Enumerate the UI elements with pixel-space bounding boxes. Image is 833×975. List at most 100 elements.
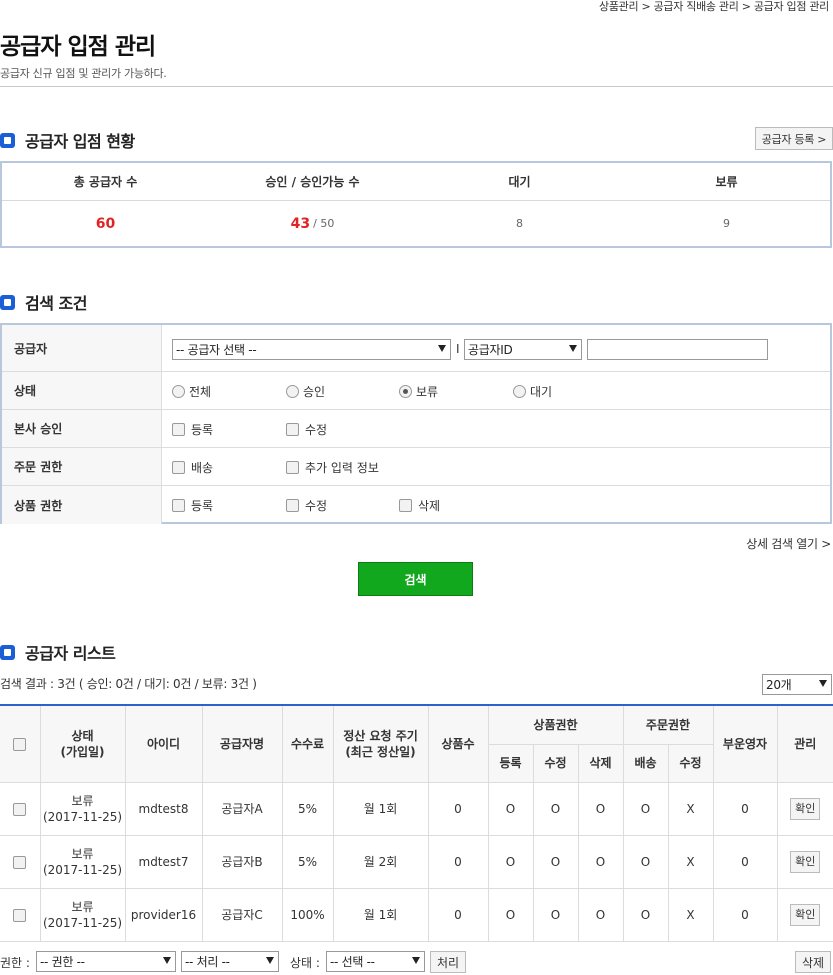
page-title: 공급자 입점 관리 (0, 34, 156, 60)
checkbox-icon (172, 423, 185, 436)
bulk-action-bar: 권한 : -- 권한 -- -- 처리 -- 상태 : -- 선택 -- 처리 … (0, 951, 833, 973)
row-checkbox[interactable] (13, 855, 27, 869)
order-ship-checkbox[interactable]: 배송 (172, 459, 213, 476)
product-delete-checkbox[interactable]: 삭제 (399, 497, 440, 514)
row-product-register: O (487, 834, 534, 889)
bulk-permission-label: 권한 : (0, 956, 30, 970)
dropdown-arrow-icon (412, 957, 420, 964)
bulk-process-select[interactable]: -- 처리 -- (181, 951, 279, 972)
search-button[interactable]: 검색 (358, 562, 473, 596)
hq-modify-checkbox[interactable]: 수정 (286, 421, 327, 438)
waiting-header: 대기 (508, 175, 531, 189)
product-register-subheader: 등록 (488, 743, 534, 783)
total-suppliers-header: 총 공급자 수 (73, 175, 138, 189)
waiting-count: 8 (516, 217, 523, 230)
row-confirm-button[interactable]: 확인 (790, 903, 821, 926)
checkbox-icon (172, 461, 185, 474)
row-status: 보류 (2017-11-25) (39, 781, 126, 836)
order-modify-subheader: 수정 (667, 743, 713, 783)
search-result-summary: 검색 결과 : 3건 ( 승인: 0건 / 대기: 0건 / 보류: 3건 ) (0, 677, 257, 691)
row-product-count: 0 (427, 887, 489, 942)
advanced-search-link[interactable]: 상세 검색 열기 > (746, 535, 831, 552)
dropdown-arrow-icon (819, 680, 827, 687)
order-extra-info-checkbox[interactable]: 추가 입력 정보 (286, 459, 379, 476)
supplier-search-input[interactable] (587, 339, 768, 360)
status-radio-approved[interactable]: 승인 (286, 383, 325, 400)
product-modify-checkbox[interactable]: 수정 (286, 497, 327, 514)
select-all-checkbox[interactable] (13, 737, 27, 751)
status-radio-all[interactable]: 전체 (172, 383, 211, 400)
row-confirm-button[interactable]: 확인 (790, 797, 821, 820)
checkbox-icon (286, 423, 299, 436)
row-product-count: 0 (427, 781, 489, 836)
product-modify-subheader: 수정 (532, 743, 579, 783)
approved-limit: / 50 (313, 217, 335, 230)
row-product-register: O (487, 781, 534, 836)
row-order-modify: X (667, 887, 714, 942)
row-checkbox[interactable] (13, 802, 27, 816)
row-checkbox[interactable] (13, 908, 27, 922)
page-size-select[interactable]: 20개 (762, 674, 832, 695)
row-fee: 100% (281, 887, 334, 942)
row-sub-operator: 0 (712, 781, 778, 836)
status-radio-hold[interactable]: 보류 (399, 383, 438, 400)
product-register-checkbox[interactable]: 등록 (172, 497, 213, 514)
row-settle: 월 1회 (332, 887, 429, 942)
fee-column-header: 수수료 (281, 704, 334, 783)
radio-icon (286, 385, 299, 398)
table-row: 보류 (2017-11-25) mdtest8 공급자A 5% 월 1회 0 O … (0, 781, 833, 836)
supplier-label: 공급자 (2, 325, 162, 371)
row-name: 공급자B (201, 834, 283, 889)
status-section-title: 공급자 입점 현황 (0, 128, 135, 152)
list-section-title: 공급자 리스트 (0, 640, 116, 664)
supplier-select[interactable]: -- 공급자 선택 -- (172, 339, 451, 360)
hold-count: 9 (723, 217, 730, 230)
checkbox-icon (286, 499, 299, 512)
bulk-delete-button[interactable]: 삭제 (795, 951, 831, 973)
status-section-title-text: 공급자 입점 현황 (25, 132, 135, 151)
row-confirm-button[interactable]: 확인 (790, 850, 821, 873)
hq-register-checkbox[interactable]: 등록 (172, 421, 213, 438)
status-radio-waiting[interactable]: 대기 (513, 383, 552, 400)
row-id: mdtest8 (124, 781, 203, 836)
dropdown-arrow-icon (163, 957, 171, 964)
dropdown-arrow-icon (266, 957, 274, 964)
hold-header: 보류 (715, 175, 738, 189)
bulk-status-label: 상태 : (290, 956, 320, 970)
section-bullet-icon (0, 132, 15, 148)
table-row: 보류 (2017-11-25) provider16 공급자C 100% 월 1회… (0, 887, 833, 942)
section-bullet-icon (0, 294, 15, 310)
radio-selected-icon (399, 385, 412, 398)
row-order-ship: O (622, 887, 669, 942)
checkbox-icon (399, 499, 412, 512)
bulk-process-button[interactable]: 처리 (430, 951, 466, 973)
row-status: 보류 (2017-11-25) (39, 834, 126, 889)
row-order-ship: O (622, 781, 669, 836)
row-product-modify: O (532, 887, 579, 942)
row-product-delete: O (577, 781, 624, 836)
row-product-register: O (487, 887, 534, 942)
bulk-permission-select[interactable]: -- 권한 -- (36, 951, 176, 972)
supplier-id-select[interactable]: 공급자ID (464, 339, 582, 360)
search-conditions-box: 공급자 -- 공급자 선택 -- I 공급자ID 상태 전체 승인 보류 대기 … (0, 323, 832, 524)
row-order-ship: O (622, 834, 669, 889)
dropdown-arrow-icon (569, 345, 577, 352)
page-size-value: 20개 (766, 678, 792, 692)
breadcrumb: 상품관리 > 공급자 직배송 관리 > 공급자 입점 관리 (599, 0, 829, 13)
status-label: 상태 (2, 372, 162, 409)
bulk-status-select[interactable]: -- 선택 -- (326, 951, 425, 972)
approved-count: 43 (290, 215, 311, 232)
row-name: 공급자A (201, 781, 283, 836)
row-sub-operator: 0 (712, 834, 778, 889)
supplier-select-value: -- 공급자 선택 -- (176, 343, 257, 357)
row-fee: 5% (281, 781, 334, 836)
table-row: 보류 (2017-11-25) mdtest7 공급자B 5% 월 2회 0 O … (0, 834, 833, 889)
product-delete-subheader: 삭제 (577, 743, 624, 783)
row-id: mdtest7 (124, 834, 203, 889)
total-suppliers-count: 60 (95, 215, 116, 232)
order-permission-label: 주문 권한 (2, 448, 162, 485)
row-fee: 5% (281, 834, 334, 889)
name-column-header: 공급자명 (201, 704, 283, 783)
row-order-modify: X (667, 834, 714, 889)
register-supplier-button[interactable]: 공급자 등록 > (755, 127, 833, 150)
